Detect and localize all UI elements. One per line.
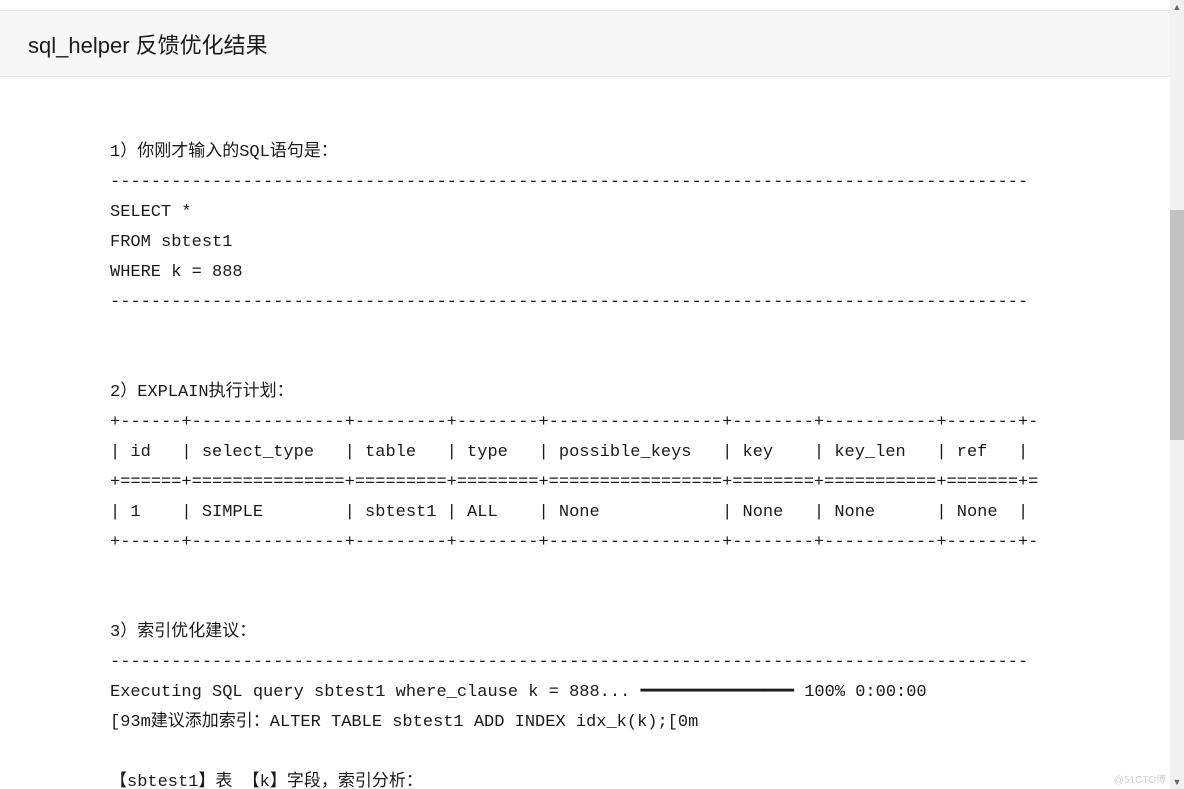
exec-progress-line: Executing SQL query sbtest1 where_clause… bbox=[110, 683, 927, 702]
explain-data-row: | 1 | SIMPLE | sbtest1 | ALL | None | No… bbox=[110, 503, 1028, 522]
section2-heading: 2）EXPLAIN执行计划： bbox=[110, 383, 294, 402]
index-analysis-header: 【sbtest1】表 【k】字段，索引分析： bbox=[110, 773, 423, 789]
result-output: 1）你刚才输入的SQL语句是： ------------------------… bbox=[110, 108, 1070, 789]
sql-line-1: SELECT * bbox=[110, 203, 192, 222]
scroll-up-arrow[interactable]: ▲ bbox=[1170, 0, 1184, 14]
sql-line-2: FROM sbtest1 bbox=[110, 233, 232, 252]
sql-line-3: WHERE k = 888 bbox=[110, 263, 243, 282]
section1-divider-bottom: ----------------------------------------… bbox=[110, 293, 1028, 312]
section1-heading: 1）你刚才输入的SQL语句是： bbox=[110, 143, 338, 162]
section1-divider-top: ----------------------------------------… bbox=[110, 173, 1028, 192]
scroll-down-arrow[interactable]: ▼ bbox=[1170, 775, 1184, 789]
explain-border-bottom: +------+---------------+---------+------… bbox=[110, 533, 1038, 552]
page-title: sql_helper 反馈优化结果 bbox=[28, 28, 268, 60]
page-header: sql_helper 反馈优化结果 bbox=[0, 10, 1170, 77]
section3-heading: 3）索引优化建议： bbox=[110, 623, 256, 642]
section3-divider: ----------------------------------------… bbox=[110, 653, 1028, 672]
app-viewport: sql_helper 反馈优化结果 1）你刚才输入的SQL语句是： ------… bbox=[0, 0, 1184, 789]
index-recommendation: [93m建议添加索引：ALTER TABLE sbtest1 ADD INDEX… bbox=[110, 713, 698, 732]
explain-header-row: | id | select_type | table | type | poss… bbox=[110, 443, 1028, 462]
scrollbar-thumb[interactable] bbox=[1170, 210, 1184, 440]
explain-border-top: +------+---------------+---------+------… bbox=[110, 413, 1038, 432]
watermark-text: @51CTO博 bbox=[1114, 771, 1166, 786]
explain-border-mid: +======+===============+=========+======… bbox=[110, 473, 1038, 492]
